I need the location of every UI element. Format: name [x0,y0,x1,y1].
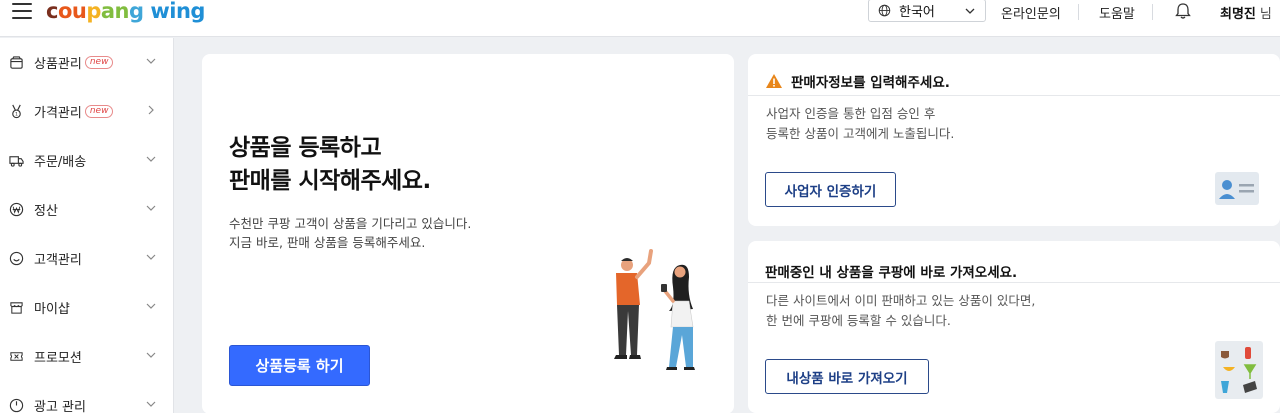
logo-text-coupang: coupang [46,0,144,23]
sidebar-item-label: 고객관리 [34,253,82,268]
chevron-down-icon [965,8,975,14]
user-name[interactable]: 최명진 님 [1220,3,1272,22]
chevron-down-icon [146,58,156,64]
bell-icon[interactable] [1173,1,1193,21]
seller-info-title-text: 판매자정보를 입력해주세요. [791,75,950,91]
chevron-right-icon [148,105,154,115]
sidebar-item-label: 광고 관리 [34,400,86,413]
seller-info-title: 판매자정보를 입력해주세요. [765,71,950,91]
sidebar-item-promotion[interactable]: 프로모션 [0,332,173,381]
shop-icon [8,300,24,316]
new-badge: new [84,105,114,118]
sidebar-item-label: 주문/배송 [34,155,87,170]
chevron-down-icon [146,401,156,407]
sidebar-item-product[interactable]: 상품관리 new [0,38,173,87]
desc-line: 사업자 인증을 통한 입점 승인 후 [766,106,936,121]
desc-line: 한 번에 쿠팡에 등록할 수 있습니다. [766,313,951,328]
hero-description: 수천만 쿠팡 고객이 상품을 기다리고 있습니다. 지금 바로, 판매 상품을 … [229,214,471,252]
ticket-icon [8,349,24,365]
chevron-down-icon [146,156,156,162]
user-honorific: 님 [1259,7,1272,22]
box-icon [8,55,24,71]
business-verify-button[interactable]: 사업자 인증하기 [765,172,896,207]
sidebar-item-ads[interactable]: 광고 관리 [0,381,173,413]
import-products-card: 판매중인 내 상품을 쿠팡에 바로 가져오세요. 다른 사이트에서 이미 판매하… [748,241,1280,413]
medal-icon: 1 [8,104,24,120]
seller-info-card: 판매자정보를 입력해주세요. 사업자 인증을 통한 입점 승인 후 등록한 상품… [748,54,1280,226]
hero-title-line: 상품을 등록하고 [229,135,382,161]
top-header: coupang wing 한국어 온라인문의 도움말 최명진 님 [0,0,1280,37]
desc-line: 다른 사이트에서 이미 판매하고 있는 상품이 있다면, [766,293,1036,308]
logo-text-wing: wing [150,0,205,23]
sidebar-item-label: 정산 [34,204,58,219]
header-divider [1152,4,1153,20]
globe-icon [878,4,891,17]
import-products-button[interactable]: 내상품 바로 가져오기 [765,359,929,394]
chevron-down-icon [146,303,156,309]
header-divider [1078,4,1079,20]
won-coin-icon [8,202,24,218]
truck-icon [8,153,24,169]
coupang-wing-logo[interactable]: coupang wing [46,0,205,23]
sidebar-item-customer[interactable]: 고객관리 [0,234,173,283]
gauge-icon [8,398,24,413]
new-badge: new [84,56,114,69]
hero-title-line: 판매를 시작해주세요. [229,168,431,194]
sidebar-item-myshop[interactable]: 마이샵 [0,283,173,332]
help-link[interactable]: 도움말 [1099,3,1135,22]
hero-desc-line: 지금 바로, 판매 상품을 등록해주세요. [229,235,426,250]
sidebar-item-orders[interactable]: 주문/배송 [0,136,173,185]
seller-info-description: 사업자 인증을 통한 입점 승인 후 등록한 상품이 고객에게 노출됩니다. [766,104,954,144]
people-illustration [614,249,695,370]
hero-title: 상품을 등록하고 판매를 시작해주세요. [229,132,431,198]
chevron-down-icon [146,352,156,358]
online-inquiry-link[interactable]: 온라인문의 [1001,3,1061,22]
sidebar: 상품관리 new 1 가격관리 new 주문/배송 정산 고객관리 마이샵 프로… [0,38,174,413]
svg-text:1: 1 [15,112,18,118]
chevron-down-icon [146,254,156,260]
divider [748,95,1280,96]
sidebar-item-label: 프로모션 [34,351,82,366]
desc-line: 등록한 상품이 고객에게 노출됩니다. [766,126,955,141]
warning-icon [766,74,782,88]
sidebar-item-label: 가격관리 [34,106,82,121]
hero-desc-line: 수천만 쿠팡 고객이 상품을 기다리고 있습니다. [229,216,472,231]
language-value: 한국어 [899,5,935,20]
smile-icon [8,251,24,267]
id-card-icon [1215,172,1259,205]
import-description: 다른 사이트에서 이미 판매하고 있는 상품이 있다면, 한 번에 쿠팡에 등록… [766,291,1035,331]
sidebar-item-price[interactable]: 1 가격관리 new [0,87,173,136]
sidebar-item-label: 마이샵 [34,302,70,317]
chevron-down-icon [146,205,156,211]
products-illustration [1215,341,1263,399]
menu-icon[interactable] [12,3,32,19]
register-product-button[interactable]: 상품등록 하기 [229,345,370,386]
divider [748,282,1280,283]
import-title: 판매중인 내 상품을 쿠팡에 바로 가져오세요. [765,265,1018,281]
user-name-text: 최명진 [1220,7,1256,22]
register-product-card: 상품을 등록하고 판매를 시작해주세요. 수천만 쿠팡 고객이 상품을 기다리고… [202,54,734,413]
sidebar-item-settlement[interactable]: 정산 [0,185,173,234]
language-select[interactable]: 한국어 [868,0,986,22]
sidebar-item-label: 상품관리 [34,57,82,72]
